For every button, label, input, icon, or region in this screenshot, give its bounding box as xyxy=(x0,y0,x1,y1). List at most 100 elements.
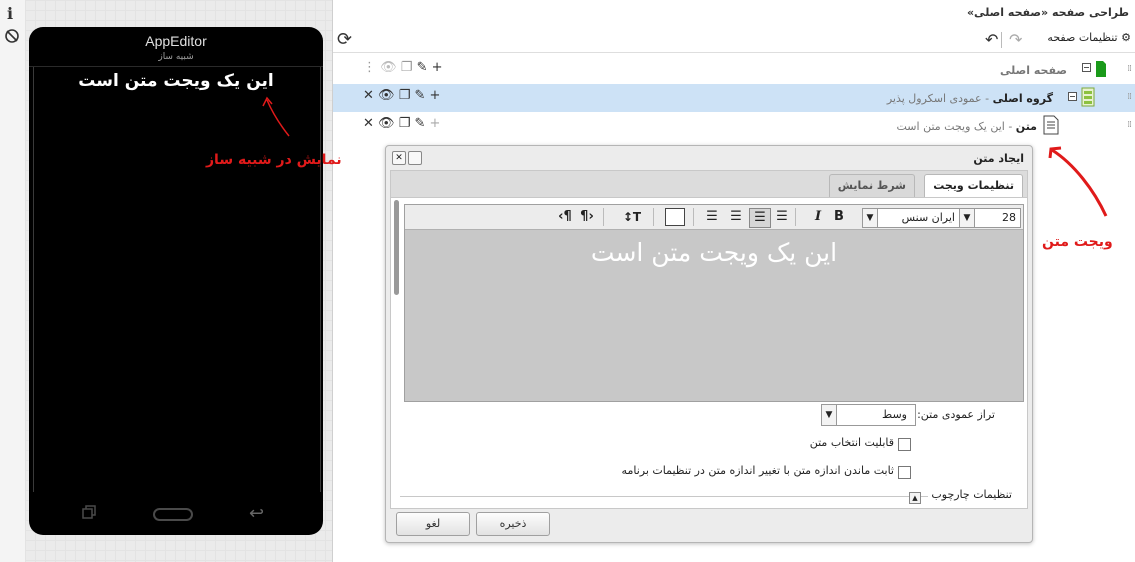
editor-content-area[interactable]: این یک ویجت متن است xyxy=(405,230,1023,401)
vertical-align-value: وسط xyxy=(882,408,907,421)
italic-icon[interactable]: I xyxy=(810,208,826,226)
edit-icon[interactable]: ✎ xyxy=(415,88,426,103)
chevron-down-icon[interactable]: ▼ xyxy=(821,404,837,426)
tab-display-condition[interactable]: شرط نمایش xyxy=(828,174,915,197)
annotation-arrow xyxy=(1048,146,1108,217)
annotation-arrow xyxy=(262,96,290,137)
collapse-icon[interactable] xyxy=(1068,92,1077,101)
info-icon[interactable]: i xyxy=(7,4,13,23)
text-color-swatch[interactable] xyxy=(665,208,685,226)
simulator-subtitle: شبیه ساز xyxy=(158,52,194,62)
tree-item-desc: - عمودی اسکرول پذیر xyxy=(886,92,990,105)
eye-icon[interactable]: 👁 xyxy=(380,60,397,75)
tree-row-page[interactable]: ⁞⁞ صفحه اصلی ⋮ 👁 ❐ ✎ + xyxy=(333,56,1135,84)
copy-icon[interactable]: ❐ xyxy=(399,88,411,103)
font-size-value: 28 xyxy=(1002,211,1016,224)
eye-icon[interactable]: 👁 xyxy=(378,88,395,103)
line-height-icon[interactable]: ↕T xyxy=(619,208,645,226)
vertical-align-label: تراز عمودی متن: xyxy=(917,408,995,421)
back-icon[interactable]: ↩ xyxy=(249,503,264,524)
widget-annotation: ویجت متن xyxy=(1042,234,1113,250)
chevron-down-icon[interactable]: ▼ xyxy=(959,208,975,228)
recent-apps-icon[interactable] xyxy=(82,505,96,519)
edit-icon[interactable]: ✎ xyxy=(417,60,428,75)
rtl-direction-icon[interactable]: ‹¶ xyxy=(555,208,575,226)
dialog-title: ایجاد متن xyxy=(973,152,1024,165)
page-toolbar: ⚙ تنظیمات صفحه ↶ ↷ ⟳ xyxy=(333,28,1135,53)
eye-icon[interactable]: 👁 xyxy=(378,116,395,131)
editor-text[interactable]: این یک ویجت متن است xyxy=(405,238,1023,267)
ltr-direction-icon[interactable]: ¶› xyxy=(577,208,597,226)
home-button[interactable] xyxy=(153,508,193,521)
close-icon[interactable]: ✕ xyxy=(363,116,374,131)
add-icon[interactable]: + xyxy=(430,88,441,103)
close-icon[interactable]: ✕ xyxy=(392,151,406,165)
row-actions: ✕ 👁 ❐ ✎ + xyxy=(363,116,440,131)
simulator-text-widget[interactable]: این یک ویجت متن است xyxy=(29,71,323,91)
align-center-icon[interactable]: ☰ xyxy=(749,208,771,228)
selectable-label: قابلیت انتخاب متن xyxy=(809,436,894,449)
collapse-icon[interactable] xyxy=(1082,63,1091,72)
tab-widget-settings[interactable]: تنظیمات ویجت xyxy=(924,174,1023,198)
tree-item-name: گروه اصلی xyxy=(992,92,1053,105)
left-toolbar: i xyxy=(0,0,26,562)
page-icon xyxy=(1096,61,1106,77)
refresh-icon[interactable]: ⟳ xyxy=(337,29,352,50)
toolbar-divider xyxy=(1001,32,1002,48)
row-actions: ⋮ 👁 ❐ ✎ + xyxy=(363,60,443,75)
copy-icon[interactable]: ❐ xyxy=(401,60,413,75)
close-icon[interactable]: ✕ xyxy=(363,88,374,103)
tree-row-group[interactable]: ⁞⁞ گروه اصلی - عمودی اسکرول پذیر ✕ 👁 ❐ ✎… xyxy=(333,84,1135,112)
font-family-value: ایران سنس xyxy=(901,211,955,224)
tree-item-name: متن xyxy=(1015,120,1037,133)
gear-icon: ⚙ xyxy=(1121,31,1131,44)
toolbar-separator xyxy=(603,208,604,226)
page-settings-label: تنظیمات صفحه xyxy=(1047,31,1118,44)
toolbar-separator xyxy=(693,208,694,226)
chevron-down-icon[interactable]: ▼ xyxy=(862,208,878,228)
page-settings-button[interactable]: ⚙ تنظیمات صفحه xyxy=(1047,31,1131,44)
panel-title: طراحی صفحه «صفحه اصلی» xyxy=(966,6,1129,19)
more-icon[interactable]: ⋮ xyxy=(363,60,376,75)
tab-bar: تنظیمات ویجت شرط نمایش xyxy=(390,170,1028,198)
maximize-icon[interactable] xyxy=(408,151,422,165)
editor-toolbar: 28 ▼ ایران سنس ▼ B I ☰ ☰ ☰ ☰ ↕T ¶› ‹¶ xyxy=(405,205,1023,230)
save-button[interactable]: ذخیره xyxy=(476,512,550,536)
align-justify-icon[interactable]: ☰ xyxy=(703,208,721,226)
toolbar-separator xyxy=(653,208,654,226)
rotate-icon[interactable] xyxy=(4,28,20,44)
add-icon[interactable]: + xyxy=(432,60,443,75)
vertical-align-select[interactable]: وسط xyxy=(836,404,916,426)
bold-icon[interactable]: B xyxy=(831,208,847,226)
add-icon[interactable]: + xyxy=(430,116,441,131)
create-text-dialog: ایجاد متن ✕ تنظیمات ویجت شرط نمایش 28 ▼ … xyxy=(385,145,1033,543)
font-size-input[interactable]: 28 xyxy=(973,208,1021,228)
fixed-size-label: ثابت ماندن اندازه متن با تغییر اندازه مت… xyxy=(621,464,894,477)
cancel-button[interactable]: لغو xyxy=(396,512,470,536)
frame-settings-label: تنظیمات چارچوب xyxy=(928,488,1015,501)
font-family-select[interactable]: ایران سنس xyxy=(876,208,960,228)
align-right-icon[interactable]: ☰ xyxy=(773,208,791,226)
text-widget-icon xyxy=(1043,115,1059,135)
expand-icon[interactable]: ▲ xyxy=(909,492,921,504)
app-title: AppEditor xyxy=(145,33,207,49)
row-actions: ✕ 👁 ❐ ✎ + xyxy=(363,88,440,103)
redo-icon[interactable]: ↷ xyxy=(1009,30,1022,49)
edit-icon[interactable]: ✎ xyxy=(415,116,426,131)
tree-item-desc: - این یک ویجت متن است xyxy=(896,120,1013,133)
vertical-scrollbar[interactable] xyxy=(394,200,399,295)
group-icon xyxy=(1081,87,1095,107)
align-left-icon[interactable]: ☰ xyxy=(727,208,745,226)
drag-handle-icon[interactable]: ⁞⁞ xyxy=(1127,64,1132,74)
undo-icon[interactable]: ↶ xyxy=(985,30,998,49)
simulator-annotation: نمایش در شبیه ساز xyxy=(206,152,342,168)
tree-item-name: صفحه اصلی xyxy=(1000,64,1067,77)
drag-handle-icon[interactable]: ⁞⁞ xyxy=(1127,120,1132,130)
tree-row-text[interactable]: ⁞⁞ متن - این یک ویجت متن است ✕ 👁 ❐ ✎ + xyxy=(333,112,1135,140)
selectable-checkbox[interactable] xyxy=(898,438,911,451)
fixed-size-checkbox[interactable] xyxy=(898,466,911,479)
rich-text-editor: 28 ▼ ایران سنس ▼ B I ☰ ☰ ☰ ☰ ↕T ¶› ‹¶ ای… xyxy=(404,204,1024,402)
drag-handle-icon[interactable]: ⁞⁞ xyxy=(1127,92,1132,102)
toolbar-separator xyxy=(795,208,796,226)
copy-icon[interactable]: ❐ xyxy=(399,116,411,131)
